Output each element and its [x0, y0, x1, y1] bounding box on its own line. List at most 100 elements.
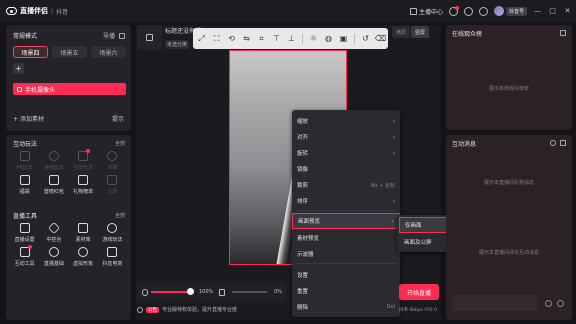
menu-item-settings[interactable]: 设置 — [292, 267, 400, 283]
tab-landscape[interactable]: 横屏 — [392, 26, 411, 38]
scene-tab-4[interactable]: 场景四 — [13, 46, 48, 58]
interaction-more[interactable]: 全部 — [115, 140, 125, 147]
scene-panel: 常规模式 导播 场景四 场景五 场景六 + 手机摄像头 + 添加素材 提示 — [6, 25, 131, 131]
fullscreen-icon[interactable]: ⛶ — [212, 34, 221, 43]
filter-icon[interactable]: ☼ — [309, 34, 318, 43]
tool-game[interactable]: 游戏玩法 — [98, 223, 127, 243]
flip-icon[interactable]: ⇋ — [242, 34, 251, 43]
rotate-icon[interactable]: ⟲ — [227, 34, 236, 43]
image-icon[interactable]: ▣ — [339, 34, 348, 43]
maximize-button[interactable]: □ — [548, 7, 557, 15]
popout-icon[interactable] — [560, 30, 566, 36]
music-icon — [107, 151, 118, 161]
scene-tab-5[interactable]: 场景五 — [52, 46, 87, 58]
hint-button[interactable]: 提示 — [112, 114, 124, 123]
speaker-volume-slider[interactable] — [232, 291, 268, 293]
add-material-button[interactable]: + 添加素材 — [13, 114, 44, 123]
tool-pk[interactable]: PK玩法 — [10, 151, 39, 171]
tool-wish[interactable]: 心愿 — [98, 175, 127, 195]
speaker-icon[interactable] — [219, 288, 226, 296]
gamepad-icon — [107, 223, 118, 233]
tool-song[interactable]: 点歌 — [98, 151, 127, 171]
align-top-icon[interactable]: ⊤ — [272, 34, 281, 43]
tool-luckybag[interactable]: 福袋 — [10, 175, 39, 195]
settings-icon[interactable] — [478, 6, 488, 16]
guide-button[interactable]: 导播 — [103, 31, 115, 40]
menu-divider — [296, 210, 396, 211]
control-icon — [47, 221, 60, 235]
notice-bar[interactable]: 公告 专业版特权体验，提升直播专业度 — [137, 306, 237, 313]
gift-icon — [78, 175, 89, 185]
popout-icon[interactable] — [560, 140, 566, 146]
message-icon[interactable] — [463, 6, 473, 16]
menu-item-align[interactable]: 对齐 › — [292, 129, 400, 145]
source-item-camera[interactable]: 手机摄像头 — [13, 83, 126, 95]
settings-icon[interactable] — [550, 140, 556, 146]
menu-item-preview[interactable]: 画面预览 › — [292, 213, 400, 229]
popout-icon[interactable] — [119, 32, 125, 39]
user-name: 抖音号 — [505, 6, 527, 16]
menu-divider — [296, 263, 396, 264]
user-menu[interactable]: 抖音号 — [493, 6, 527, 16]
mode-selector[interactable]: 常规模式 — [13, 31, 37, 40]
notice-text: 专业版特权体验，提升直播专业度 — [162, 307, 238, 313]
notification-icon[interactable] — [448, 5, 459, 16]
menu-item-oscilloscope[interactable]: 示波器 — [292, 246, 400, 262]
close-button[interactable]: ✕ — [563, 7, 572, 15]
tool-interaction[interactable]: 互动工具 — [10, 245, 39, 267]
tool-basic[interactable]: 直播基础 — [39, 247, 68, 267]
tool-redpacket[interactable]: 登榜红包 — [39, 175, 68, 195]
anchor-center-button[interactable]: 主播中心 — [409, 7, 443, 16]
tool-material[interactable]: 素材库 — [69, 223, 98, 243]
undo-icon[interactable]: ↺ — [361, 34, 370, 43]
crop-icon[interactable]: ⌗ — [257, 34, 266, 43]
menu-item-scale[interactable]: 缩放 › — [292, 113, 400, 129]
shop-icon — [107, 247, 118, 257]
menu-item-rotate[interactable]: 旋转 › — [292, 145, 400, 161]
speaker-volume-value: 0% — [274, 289, 282, 295]
mic-volume-value: 100% — [199, 289, 214, 295]
menu-item-delete[interactable]: 删除 Del — [292, 299, 400, 315]
tools-panel: 互动玩法 全部 PK玩法 连线玩法 互动玩法 点歌 福袋 登榜红包 礼物榜单 心… — [6, 135, 131, 320]
align-middle-icon[interactable]: ⊥ — [287, 34, 296, 43]
tool-control[interactable]: 中控台 — [39, 221, 68, 243]
avatar — [493, 6, 504, 16]
messages-panel: 互动消息 展示本直播间礼物消息 展示本直播间评论互动消息 — [446, 135, 572, 320]
tool-avatar[interactable]: 虚拟形象 — [69, 247, 98, 267]
app-logo: 直播伴侣 | 抖音 — [6, 6, 68, 16]
context-menu: 缩放 › 对齐 › 旋转 › 镜像 裁剪 Alt + 鼠标 排序 › 画面预览 › 素材预览… — [292, 110, 400, 317]
image-icon[interactable] — [557, 300, 564, 307]
tool-giftlist[interactable]: 礼物榜单 — [69, 175, 98, 195]
minimize-button[interactable]: — — [533, 7, 542, 15]
interaction-icon — [19, 245, 32, 257]
fit-icon[interactable]: ⤢ — [197, 34, 206, 43]
tab-portrait[interactable]: 竖屏 — [411, 26, 430, 38]
menu-item-material-preview[interactable]: 素材预览 — [292, 230, 400, 246]
emoji-icon[interactable] — [545, 300, 552, 307]
connect-icon — [48, 151, 59, 161]
audio-controls: 100% 0% — [137, 283, 287, 301]
category-selector[interactable]: 未选分类 — [165, 40, 190, 49]
lock-icon[interactable]: ◍ — [324, 34, 333, 43]
messages-empty-text: 展示本直播间礼物消息 — [483, 180, 534, 186]
menu-item-mirror[interactable]: 镜像 — [292, 161, 400, 177]
start-live-button[interactable]: 开始直播 — [399, 284, 439, 300]
delete-icon[interactable]: ⌫ — [375, 34, 386, 43]
mic-volume-slider[interactable] — [151, 288, 194, 295]
tool-ecommerce[interactable]: 抖音电商 — [98, 247, 127, 267]
tool-connect[interactable]: 连线玩法 — [39, 151, 68, 171]
interaction-title: 互动玩法 — [13, 140, 38, 148]
live-tools-more[interactable]: 全部 — [115, 212, 125, 219]
stream-stats: 码率 0kbps FPS 0 — [399, 308, 437, 313]
tool-interactive[interactable]: 互动玩法 — [69, 149, 98, 171]
cover-edit-button[interactable] — [137, 25, 162, 50]
camera-icon — [17, 86, 22, 92]
message-input[interactable] — [452, 295, 538, 311]
tool-live-settings[interactable]: 直播设置 — [10, 223, 39, 243]
add-scene-button[interactable]: + — [13, 63, 24, 74]
scene-tab-6[interactable]: 场景六 — [91, 46, 126, 58]
mic-icon[interactable] — [142, 288, 148, 296]
menu-item-crop[interactable]: 裁剪 Alt + 鼠标 — [292, 177, 400, 193]
menu-item-order[interactable]: 排序 › — [292, 193, 400, 209]
menu-item-reset[interactable]: 重置 — [292, 283, 400, 299]
